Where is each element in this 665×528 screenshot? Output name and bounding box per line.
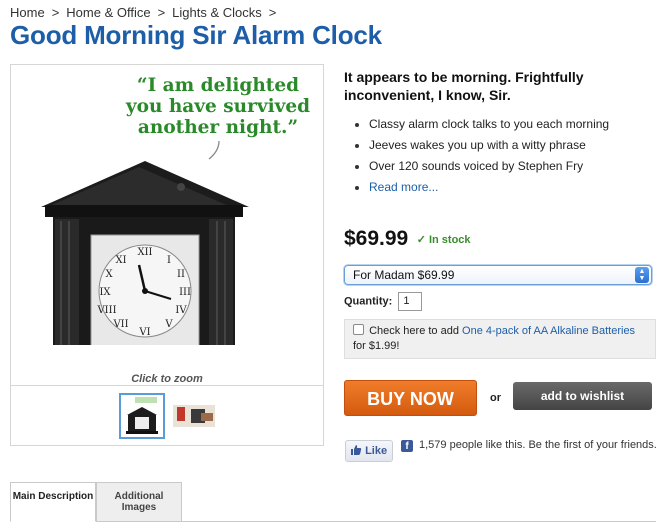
svg-text:XI: XI <box>115 255 126 266</box>
thumbnail-clock-image <box>121 395 163 437</box>
price-row: $69.99 ✓ In stock <box>344 227 471 251</box>
select-arrows-icon: ▲ ▼ <box>635 267 649 283</box>
svg-text:IX: IX <box>99 287 111 298</box>
page-title: Good Morning Sir Alarm Clock <box>10 20 382 50</box>
feature-item: Jeeves wakes you up with a witty phrase <box>344 135 659 156</box>
clock-image: XII I II III IV V VI VII VIII IX X XI <box>41 161 249 345</box>
product-image[interactable]: “I am delighted you have survived anothe… <box>10 64 324 386</box>
product-price: $69.99 <box>344 227 409 250</box>
add-to-wishlist-button[interactable]: add to wishlist <box>513 382 652 410</box>
breadcrumb-home[interactable]: Home <box>10 5 45 20</box>
zoom-caption[interactable]: Click to zoom <box>11 373 323 385</box>
feature-item: Over 120 sounds voiced by Stephen Fry <box>344 156 659 177</box>
breadcrumb: Home > Home & Office > Lights & Clocks > <box>10 5 283 20</box>
breadcrumb-separator: > <box>268 5 277 20</box>
breadcrumb-separator: > <box>51 5 60 20</box>
breadcrumb-lights-clocks[interactable]: Lights & Clocks <box>172 5 262 20</box>
tab-main-description[interactable]: Main Description <box>10 482 96 522</box>
svg-text:I: I <box>167 255 171 266</box>
tab-additional-images[interactable]: Additional Images <box>96 482 182 522</box>
variant-select[interactable]: For Madam $69.99 ▲ ▼ <box>344 265 652 285</box>
quantity-row: Quantity: 1 <box>344 292 423 311</box>
addon-price: for $1.99! <box>353 340 400 352</box>
facebook-icon: f <box>401 440 413 452</box>
addon-offer: Check here to add One 4-pack of AA Alkal… <box>344 319 656 359</box>
svg-text:IV: IV <box>175 305 187 316</box>
svg-text:VI: VI <box>138 327 150 338</box>
product-quote: “I am delighted you have survived anothe… <box>125 75 311 138</box>
breadcrumb-home-office[interactable]: Home & Office <box>66 5 150 20</box>
addon-link[interactable]: One 4-pack of AA Alkaline Batteries <box>462 325 635 337</box>
tabs-divider <box>182 521 656 522</box>
product-tagline: It appears to be morning. Frightfully in… <box>344 69 584 103</box>
product-info: It appears to be morning. Frightfully in… <box>344 64 659 198</box>
stock-status: ✓ In stock <box>416 233 471 246</box>
or-label: or <box>490 392 501 404</box>
svg-text:III: III <box>179 287 191 298</box>
thumbnail-clock[interactable] <box>119 393 165 439</box>
variant-select-value: For Madam $69.99 <box>353 268 455 282</box>
thumbnail-lifestyle-image <box>171 393 217 439</box>
read-more-link[interactable]: Read more... <box>369 180 438 194</box>
feature-list: Classy alarm clock talks to you each mor… <box>344 114 659 198</box>
like-button[interactable]: Like <box>345 440 393 462</box>
addon-prefix: Check here to add <box>369 325 459 337</box>
thumbnail-lifestyle[interactable] <box>171 393 217 439</box>
feature-item: Classy alarm clock talks to you each mor… <box>344 114 659 135</box>
feature-item-read-more: Read more... <box>344 177 659 198</box>
svg-text:XII: XII <box>137 247 152 258</box>
svg-text:VII: VII <box>112 319 128 330</box>
like-label: Like <box>365 445 388 457</box>
svg-text:V: V <box>164 319 173 330</box>
svg-text:VIII: VIII <box>96 305 116 316</box>
checkbox-icon[interactable] <box>353 324 364 335</box>
svg-text:II: II <box>177 269 185 280</box>
quantity-label: Quantity: <box>344 295 393 308</box>
quantity-input[interactable]: 1 <box>398 292 423 311</box>
thumbnail-strip <box>10 386 324 446</box>
thumbs-up-icon <box>351 445 362 455</box>
like-count-text: 1,579 people like this. Be the first of … <box>419 439 657 451</box>
buy-now-button[interactable]: BUY NOW <box>344 380 477 416</box>
svg-text:X: X <box>105 269 113 280</box>
breadcrumb-separator: > <box>157 5 166 20</box>
